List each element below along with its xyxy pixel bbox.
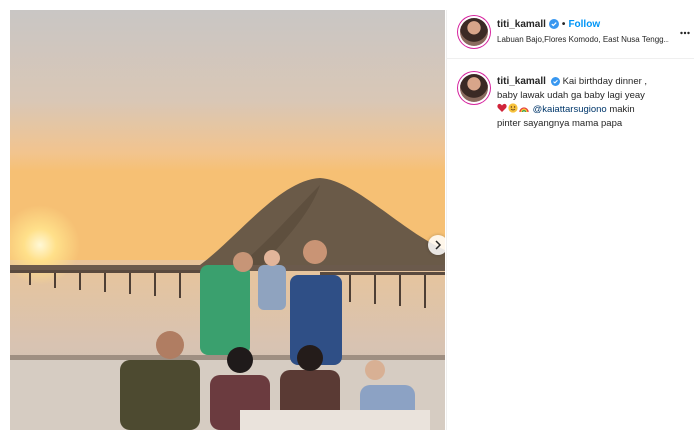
caption-line-3-rest: makin	[609, 104, 635, 115]
header-username[interactable]: titi_kamall	[497, 19, 546, 30]
smiling-face-emoji-icon	[508, 103, 518, 113]
chevron-right-icon	[435, 240, 442, 250]
next-photo-button[interactable]	[428, 235, 445, 255]
caption-text: titi_kamall Kai birthday dinner , baby l…	[497, 75, 687, 131]
instagram-post-frame: titi_kamall • Follow Labuan Bajo,Flores Ko…	[0, 0, 700, 441]
caption-line-4: pinter sayangnya mama papa	[497, 118, 623, 129]
separator-dot: •	[561, 19, 566, 30]
caption-line-1: Kai birthday dinner ,	[562, 76, 648, 87]
post-sidebar: titi_kamall • Follow Labuan Bajo,Flores Ko…	[446, 10, 694, 430]
location-link[interactable]: Labuan Bajo,Flores Komodo, East Nusa Ten…	[497, 35, 669, 44]
verified-badge-icon	[550, 77, 560, 86]
verified-badge-icon	[548, 19, 559, 29]
header-username-row: titi_kamall • Follow	[497, 19, 600, 30]
caption-line-2: baby lawak udah ga baby lagi yeay	[497, 90, 645, 101]
rainbow-emoji-icon	[519, 107, 529, 113]
post-header: titi_kamall • Follow Labuan Bajo,Flores Ko…	[447, 10, 694, 59]
sunset-family-photo	[10, 10, 445, 430]
more-dots-icon[interactable]	[680, 30, 690, 36]
mention-link[interactable]: @kaiattarsugiono	[533, 104, 607, 115]
post-photo[interactable]	[10, 10, 445, 430]
heart-emoji-icon	[497, 103, 507, 112]
follow-button[interactable]: Follow	[568, 19, 600, 30]
caption-avatar[interactable]	[460, 74, 488, 102]
caption-username[interactable]: titi_kamall	[497, 76, 546, 87]
avatar[interactable]	[460, 18, 488, 46]
